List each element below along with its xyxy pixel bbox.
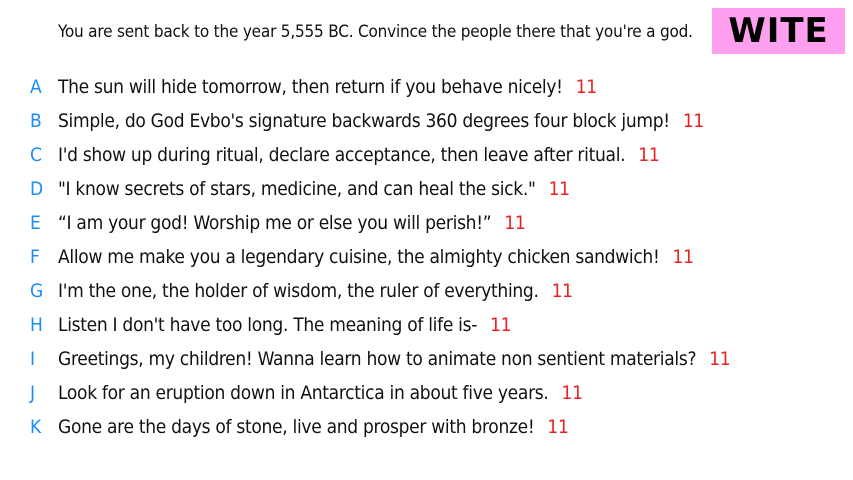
answer-list: A The sun will hide tomorrow, then retur… [0, 70, 853, 444]
answer-row-j[interactable]: J Look for an eruption down in Antarctic… [0, 376, 853, 410]
answer-letter: J [30, 382, 35, 404]
answer-letter: E [30, 212, 41, 234]
answer-text: Simple, do God Evbo's signature backward… [58, 110, 670, 132]
answer-score: 11 [709, 348, 731, 370]
answer-score: 11 [575, 76, 597, 98]
answer-score: 11 [672, 246, 694, 268]
answer-text: Listen I don't have too long. The meanin… [58, 314, 478, 336]
answer-text: The sun will hide tomorrow, then return … [58, 76, 563, 98]
answer-letter: D [30, 178, 43, 200]
answer-row-c[interactable]: C I'd show up during ritual, declare acc… [0, 138, 853, 172]
answer-letter: B [30, 110, 42, 132]
answer-row-e[interactable]: E “I am your god! Worship me or else you… [0, 206, 853, 240]
answer-row-b[interactable]: B Simple, do God Evbo's signature backwa… [0, 104, 853, 138]
answer-score: 11 [490, 314, 512, 336]
answer-text: I'm the one, the holder of wisdom, the r… [58, 280, 539, 302]
answer-score: 11 [561, 382, 583, 404]
answer-letter: K [30, 416, 41, 438]
answer-score: 11 [638, 144, 660, 166]
answer-letter: G [30, 280, 43, 302]
answer-row-f[interactable]: F Allow me make you a legendary cuisine,… [0, 240, 853, 274]
answer-text: Gone are the days of stone, live and pro… [58, 416, 535, 438]
answer-letter: I [30, 348, 35, 370]
question-prompt: You are sent back to the year 5,555 BC. … [58, 22, 693, 42]
answer-text: Greetings, my children! Wanna learn how … [58, 348, 697, 370]
game-title-badge: WITE [712, 8, 845, 54]
answer-row-g[interactable]: G I'm the one, the holder of wisdom, the… [0, 274, 853, 308]
answer-text: Look for an eruption down in Antarctica … [58, 382, 549, 404]
answer-letter: F [30, 246, 40, 268]
answer-text: “I am your god! Worship me or else you w… [58, 212, 492, 234]
answer-row-k[interactable]: K Gone are the days of stone, live and p… [0, 410, 853, 444]
answer-row-a[interactable]: A The sun will hide tomorrow, then retur… [0, 70, 853, 104]
answer-score: 11 [504, 212, 526, 234]
answer-letter: H [30, 314, 43, 336]
game-title: WITE [728, 11, 829, 51]
answer-row-h[interactable]: H Listen I don't have too long. The mean… [0, 308, 853, 342]
answer-row-d[interactable]: D "I know secrets of stars, medicine, an… [0, 172, 853, 206]
answer-text: I'd show up during ritual, declare accep… [58, 144, 626, 166]
answer-row-i[interactable]: I Greetings, my children! Wanna learn ho… [0, 342, 853, 376]
answer-letter: C [30, 144, 42, 166]
answer-score: 11 [547, 416, 569, 438]
answer-score: 11 [682, 110, 704, 132]
answer-letter: A [30, 76, 42, 98]
answer-text: "I know secrets of stars, medicine, and … [58, 178, 536, 200]
answer-score: 11 [548, 178, 570, 200]
answer-text: Allow me make you a legendary cuisine, t… [58, 246, 660, 268]
answer-score: 11 [551, 280, 573, 302]
